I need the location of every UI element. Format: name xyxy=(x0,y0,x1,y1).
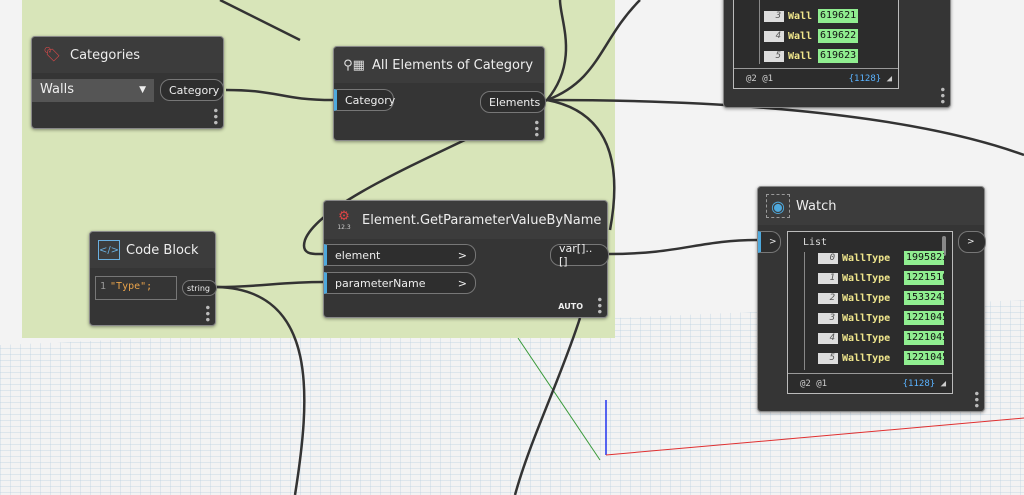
node-title: Code Block xyxy=(126,242,199,258)
code-text: "Type"; xyxy=(110,281,153,292)
list-item: 1 WallType 1221510 xyxy=(818,271,944,285)
wire-string-down xyxy=(216,285,306,495)
more-icon[interactable]: ••• xyxy=(969,390,983,408)
revit-element-icon: ⚙ 12.3 xyxy=(337,209,351,231)
input-port-element[interactable]: element > xyxy=(324,244,476,266)
node-title: Watch xyxy=(796,198,837,214)
more-icon[interactable]: ••• xyxy=(208,107,222,125)
list-item: 2 WallType 1533243 xyxy=(818,291,944,305)
port-label: string xyxy=(187,283,210,293)
wire-var-watch xyxy=(608,238,758,256)
wire-top-left xyxy=(219,0,301,42)
more-icon[interactable]: ••• xyxy=(935,86,949,104)
wire-elements-top2 xyxy=(546,0,568,101)
list-item: 5 Wall 619623 xyxy=(764,49,858,63)
port-label: var[]..[] xyxy=(559,242,593,268)
node-title: All Elements of Category xyxy=(372,57,534,73)
output-port[interactable]: > xyxy=(958,231,986,253)
chevron-down-icon: ▼ xyxy=(139,85,146,95)
code-block-node[interactable]: </> Code Block 1 "Type"; string ••• xyxy=(89,231,217,326)
item-count: {1128} xyxy=(902,378,936,389)
wire-category xyxy=(225,88,334,102)
all-elements-of-category-node[interactable]: ⚲▦ All Elements of Category Category Elem… xyxy=(333,46,546,141)
port-label: element xyxy=(335,248,381,262)
list-label: List xyxy=(803,237,828,248)
category-dropdown[interactable]: Walls ▼ xyxy=(32,79,154,102)
port-label: Category xyxy=(169,83,220,97)
node-title: Element.GetParameterValueByName xyxy=(362,212,602,228)
elements-icon: ⚲▦ xyxy=(343,57,365,73)
dropdown-value: Walls xyxy=(40,82,74,97)
list-item: 5 WallType 1221045 xyxy=(818,351,944,365)
code-editor[interactable]: 1 "Type"; xyxy=(95,276,177,300)
list-item: 3 Wall 619621 xyxy=(764,9,858,23)
output-port-string[interactable]: string xyxy=(182,280,217,296)
watch-output-box[interactable]: 3 Wall 619621 4 Wall 619622 5 Wall 619623 @2 @… xyxy=(733,0,899,89)
more-icon[interactable]: ••• xyxy=(592,296,606,314)
get-parameter-value-node[interactable]: ⚙ 12.3 Element.GetParameterValueByName ele… xyxy=(323,200,609,318)
tag-list-icon: 🏷 xyxy=(43,47,61,63)
output-port-elements[interactable]: Elements xyxy=(480,91,546,113)
list-levels: @2 @1 xyxy=(746,73,774,84)
wire-down-bottom xyxy=(513,317,582,495)
port-label: > xyxy=(967,237,975,247)
more-icon[interactable]: ••• xyxy=(200,304,214,322)
categories-node[interactable]: 🏷 Categories Walls ▼ Category ••• xyxy=(31,36,224,129)
port-label: Category xyxy=(345,93,396,107)
input-port[interactable]: > xyxy=(758,231,781,253)
wire-elements-right xyxy=(546,98,1024,157)
node-title: Categories xyxy=(70,47,141,63)
watch-output-box[interactable]: List 0 WallType 1995823 1 WallType 1221510 2… xyxy=(787,231,953,394)
wire-string-param xyxy=(216,280,324,289)
input-port-parametername[interactable]: parameterName > xyxy=(324,272,476,294)
list-item: 4 Wall 619622 xyxy=(764,29,858,43)
line-number: 1 xyxy=(100,281,107,292)
eye-icon: ◉ xyxy=(766,194,790,218)
watch-node[interactable]: ◉ Watch > > List 0 WallType 1995823 1 WallTy… xyxy=(757,186,986,412)
more-icon[interactable]: ••• xyxy=(529,119,543,137)
chevron-right-icon: > xyxy=(457,248,467,262)
input-port-category[interactable]: Category xyxy=(334,89,396,111)
output-port-var[interactable]: var[]..[] xyxy=(550,242,609,268)
list-item: 0 WallType 1995823 xyxy=(818,251,944,265)
list-item: 3 WallType 1221045 xyxy=(818,311,944,325)
port-label: > xyxy=(769,237,777,247)
list-item: 4 WallType 1221045 xyxy=(818,331,944,345)
port-label: Elements xyxy=(489,95,541,109)
item-count: {1128} xyxy=(848,73,882,84)
list-levels: @2 @1 xyxy=(800,378,828,389)
output-port-category[interactable]: Category xyxy=(160,79,224,101)
watch-node-top[interactable]: 3 Wall 619621 4 Wall 619622 5 Wall 619623 @2 @… xyxy=(723,0,951,108)
port-label: parameterName xyxy=(335,276,426,290)
lacing-label[interactable]: AUTO xyxy=(558,302,583,311)
chevron-right-icon: > xyxy=(457,276,467,290)
code-icon: </> xyxy=(98,240,120,260)
